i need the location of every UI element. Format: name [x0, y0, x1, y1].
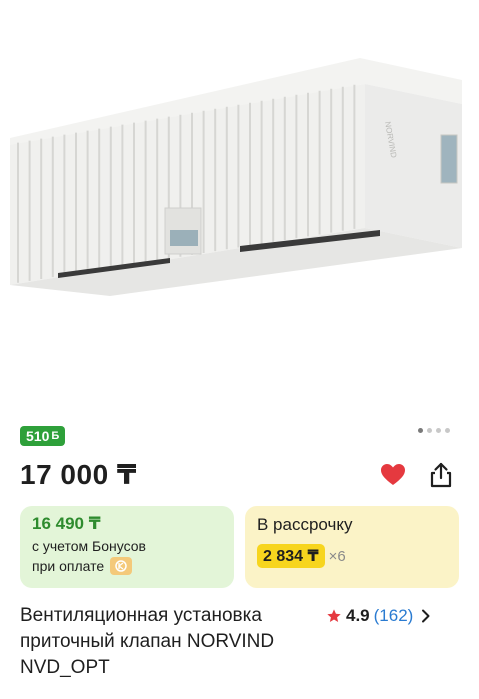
installment-title: В рассрочку [257, 515, 353, 534]
gallery-pagination [418, 428, 450, 433]
rating-value: 4.9 [346, 606, 370, 625]
chevron-right-icon [422, 609, 430, 623]
gallery-dot [445, 428, 450, 433]
installment-card[interactable]: В рассрочку 2 834 ₸ ×6 [245, 506, 459, 588]
product-image: NORVIND [10, 58, 462, 296]
share-icon [430, 462, 452, 488]
bonus-price-note: с учетом Бонусов [32, 538, 146, 554]
bonus-price-payment-note: при оплате [32, 558, 105, 574]
bonus-badge: 510 Б [20, 426, 66, 446]
bonus-currency-icon: Б [51, 430, 60, 442]
star-icon [327, 609, 341, 622]
installment-amount: 2 834 ₸ [257, 544, 325, 568]
bonus-price: 16 490 ₸ [32, 514, 101, 533]
product-title: Вентиляционная установка приточный клапа… [20, 605, 275, 678]
kaspi-pay-icon [110, 557, 133, 575]
installment-multiplier: ×6 [328, 547, 346, 565]
product-price: 17 000 ₸ [20, 459, 137, 490]
bonus-price-card[interactable]: 16 490 ₸ с учетом Бонусов при оплате [20, 506, 234, 588]
gallery-dot [427, 428, 432, 433]
heart-icon [381, 464, 405, 485]
share-button[interactable] [424, 458, 458, 492]
gallery-dot [436, 428, 441, 433]
bonus-amount: 510 [26, 428, 50, 444]
gallery-dot [418, 428, 423, 433]
rating-summary[interactable]: 4.9 (162) [326, 606, 431, 626]
rating-count[interactable]: (162) [374, 606, 414, 626]
product-image-gallery[interactable]: NORVIND [0, 0, 479, 410]
favorite-button[interactable] [376, 458, 410, 492]
